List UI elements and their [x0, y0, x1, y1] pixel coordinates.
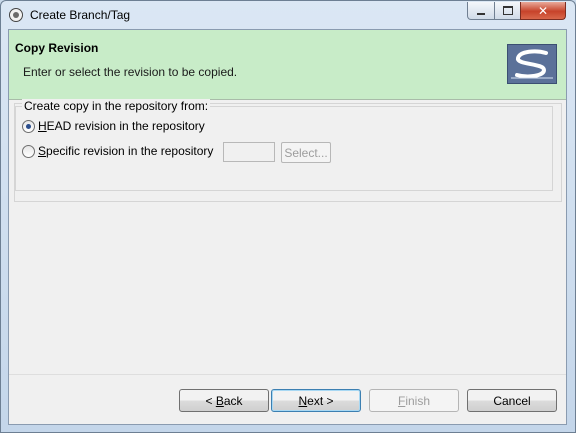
close-icon: ✕: [537, 3, 549, 18]
back-button[interactable]: < Back: [179, 389, 269, 412]
specific-revision-mnemonic: S: [38, 144, 47, 158]
finish-button[interactable]: Finish: [369, 389, 459, 412]
minimize-icon: [477, 12, 485, 15]
specific-revision-option[interactable]: Specific revision in the repository: [22, 144, 213, 158]
create-branch-tag-dialog: Create Branch/Tag ✕ Copy Revision Enter …: [0, 0, 576, 433]
dialog-content: Copy Revision Enter or select the revisi…: [8, 29, 567, 425]
specific-revision-label-rest: pecific revision in the repository: [46, 144, 214, 158]
svn-logo-icon: [507, 44, 557, 84]
title-bar[interactable]: Create Branch/Tag ✕: [1, 1, 575, 29]
app-icon: [9, 8, 23, 22]
head-revision-option[interactable]: HEAD revision in the repository: [22, 119, 205, 133]
select-revision-button[interactable]: Select...: [281, 142, 331, 163]
button-bar-divider: [9, 374, 566, 375]
next-button[interactable]: Next >: [271, 389, 361, 412]
window-title: Create Branch/Tag: [30, 8, 131, 22]
copy-source-legend: Create copy in the repository from:: [22, 99, 211, 113]
head-revision-label: HEAD revision in the repository: [38, 119, 205, 133]
maximize-button[interactable]: [494, 2, 521, 20]
back-button-prefix: <: [205, 393, 216, 408]
close-button[interactable]: ✕: [520, 2, 566, 20]
revision-panel: Create copy in the repository from: HEAD…: [14, 99, 562, 202]
finish-button-mnemonic: F: [397, 393, 406, 408]
next-button-mnemonic: N: [298, 393, 308, 408]
maximize-icon: [502, 6, 513, 15]
next-button-rest: ext >: [307, 393, 334, 408]
page-title: Copy Revision: [15, 41, 99, 55]
head-revision-radio[interactable]: [22, 119, 35, 133]
page-description: Enter or select the revision to be copie…: [23, 65, 238, 79]
specific-revision-radio[interactable]: [22, 144, 35, 158]
minimize-button[interactable]: [467, 2, 495, 20]
back-button-mnemonic: B: [215, 393, 224, 408]
cancel-button[interactable]: Cancel: [467, 389, 557, 412]
back-button-rest: ack: [223, 393, 243, 408]
specific-revision-label: Specific revision in the repository: [38, 144, 213, 158]
copy-source-group: Create copy in the repository from: HEAD…: [15, 99, 553, 191]
finish-button-rest: inish: [405, 393, 431, 408]
head-revision-label-rest: EAD revision in the repository: [46, 119, 205, 133]
revision-number-input[interactable]: [223, 142, 275, 162]
wizard-banner: Copy Revision Enter or select the revisi…: [9, 30, 566, 100]
head-revision-mnemonic: H: [38, 119, 47, 133]
